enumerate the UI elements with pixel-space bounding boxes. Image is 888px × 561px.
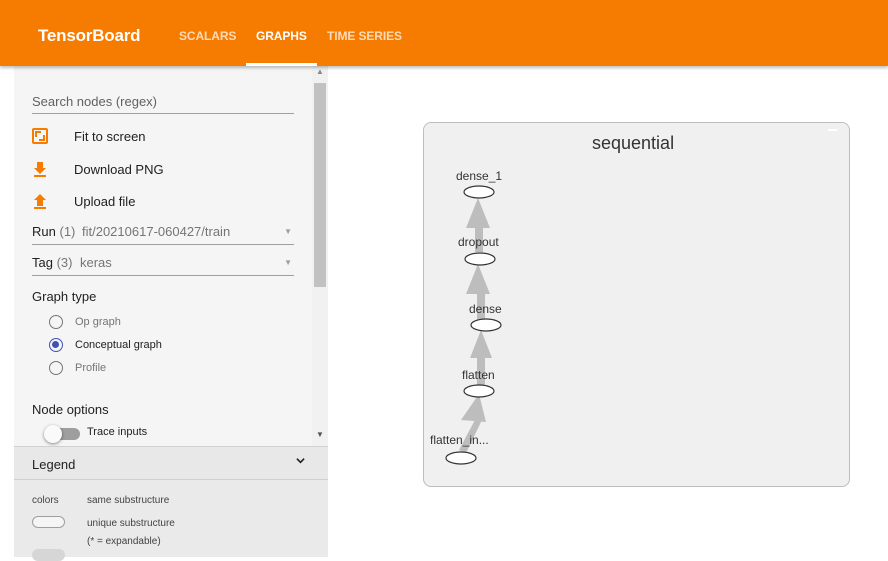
edge-arrowhead-dense	[470, 330, 492, 358]
node-label-dense-1: dense_1	[456, 169, 502, 183]
node-label-dropout: dropout	[458, 235, 499, 249]
edge-arrowhead-flatten	[461, 394, 486, 422]
node-flatten[interactable]	[463, 384, 495, 398]
tab-time-series[interactable]: TIME SERIES	[327, 29, 402, 43]
node-label-dense: dense	[469, 302, 502, 316]
graph-edges-and-nodes: dense_1 dropout dense flatten flatten_in…	[430, 169, 502, 465]
edge-arrowhead-dropout	[466, 264, 490, 294]
app-title: TensorBoard	[38, 26, 141, 45]
node-label-flatten-input: flatten_in...	[430, 433, 489, 447]
node-flatten-input[interactable]	[445, 451, 477, 465]
edge-arrowhead-dense1	[466, 198, 490, 228]
node-label-flatten: flatten	[462, 368, 495, 382]
node-dense-1[interactable]	[463, 185, 495, 199]
node-dropout[interactable]	[464, 252, 496, 266]
node-dense[interactable]	[470, 318, 502, 332]
top-app-bar: TensorBoard SCALARS GRAPHS TIME SERIES	[0, 0, 888, 66]
tab-scalars[interactable]: SCALARS	[179, 29, 236, 43]
tab-graphs[interactable]: GRAPHS	[256, 29, 307, 43]
active-tab-indicator	[246, 63, 317, 66]
